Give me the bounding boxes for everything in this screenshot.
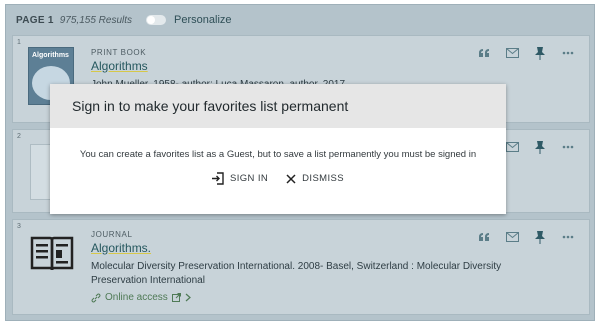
sign-in-dialog: Sign in to make your favorites list perm… — [50, 84, 506, 214]
pin-icon[interactable] — [533, 230, 547, 244]
pin-icon[interactable] — [533, 140, 547, 154]
thumbnail-title: Algorithms — [32, 52, 69, 59]
dialog-actions: SIGN IN DISMISS — [50, 172, 506, 185]
page-label: PAGE 1 — [16, 14, 54, 26]
close-icon — [286, 173, 296, 184]
result-title-link[interactable]: Algorithms. — [91, 241, 151, 255]
sign-in-button[interactable]: SIGN IN — [211, 172, 268, 185]
more-options-icon[interactable] — [561, 231, 575, 243]
online-access-label[interactable]: Online access — [105, 292, 168, 303]
result-type: PRINT BOOK — [91, 48, 147, 57]
link-icon — [91, 293, 101, 302]
dialog-title: Sign in to make your favorites list perm… — [72, 98, 349, 114]
dialog-header: Sign in to make your favorites list perm… — [50, 84, 506, 128]
email-icon[interactable] — [505, 47, 519, 59]
dismiss-label[interactable]: DISMISS — [302, 173, 344, 184]
external-link-icon — [171, 293, 181, 302]
result-meta: JOURNAL Algorithms. Molecular Diversity … — [91, 230, 501, 303]
email-icon[interactable] — [505, 231, 519, 243]
publisher-line-2: Preservation International — [91, 275, 205, 286]
quote-icon[interactable] — [477, 231, 491, 243]
chevron-right-icon — [185, 293, 191, 302]
email-icon[interactable] — [505, 141, 519, 153]
quote-icon[interactable] — [477, 47, 491, 59]
dialog-body: You can create a favorites list as a Gue… — [50, 128, 506, 185]
publisher-line-1: Molecular Diversity Preservation Interna… — [91, 261, 502, 272]
pin-icon[interactable] — [533, 46, 547, 60]
personalize-toggle[interactable] — [146, 15, 167, 25]
sign-in-icon — [211, 172, 224, 185]
more-options-icon[interactable] — [561, 141, 575, 153]
dialog-message: You can create a favorites list as a Gue… — [79, 149, 477, 160]
results-count: 975,155 Results — [59, 14, 133, 26]
sign-in-label[interactable]: SIGN IN — [230, 173, 268, 184]
results-header: PAGE 1 975,155 Results Personalize — [16, 12, 232, 28]
result-number: 3 — [17, 223, 21, 230]
result-type: JOURNAL — [91, 230, 133, 239]
result-title-link[interactable]: Algorithms — [91, 59, 148, 73]
journal-icon — [30, 236, 74, 271]
result-actions — [477, 46, 575, 60]
personalize-label[interactable]: Personalize — [174, 14, 231, 26]
more-options-icon[interactable] — [561, 47, 575, 59]
search-results-page: PAGE 1 975,155 Results Personalize 1 Alg… — [0, 0, 600, 325]
online-access-link[interactable]: Online access — [91, 292, 501, 303]
result-number: 1 — [17, 39, 21, 46]
result-card[interactable]: 3 JOURNAL Algorithms. Molecular Diversit… — [12, 219, 590, 315]
result-publisher: Molecular Diversity Preservation Interna… — [91, 260, 501, 288]
result-number: 2 — [17, 133, 21, 140]
dismiss-button[interactable]: DISMISS — [286, 172, 344, 185]
result-actions — [477, 230, 575, 244]
